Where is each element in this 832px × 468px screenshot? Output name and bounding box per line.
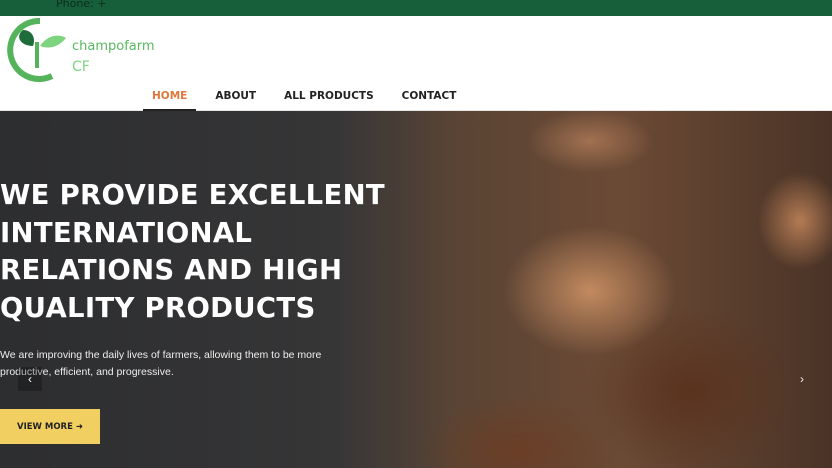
nav-contact[interactable]: CONTACT: [393, 88, 466, 109]
top-bar: Phone: +: [0, 0, 832, 16]
brand-abbr: CF: [72, 59, 90, 75]
topbar-phone: Phone: +: [56, 0, 107, 10]
nav-all-products[interactable]: ALL PRODUCTS: [275, 88, 383, 109]
brand-name: champofarm: [72, 39, 155, 54]
brand-logo[interactable]: champofarm CF: [0, 16, 180, 82]
site-header: champofarm CF HOME ABOUT ALL PRODUCTS CO…: [0, 16, 832, 111]
hero-subtitle: We are improving the daily lives of farm…: [0, 349, 322, 378]
arrow-right-icon: ➜: [75, 421, 83, 432]
leaf-logo-icon: [7, 17, 66, 82]
nav-about[interactable]: ABOUT: [206, 88, 265, 109]
chevron-right-icon[interactable]: ›: [790, 367, 814, 391]
view-more-label: VIEW MORE: [16, 421, 73, 432]
nav-home[interactable]: HOME: [143, 88, 197, 111]
hero-slider: WE PROVIDE EXCELLENT INTERNATIONAL RELAT…: [0, 111, 832, 468]
hero-title: WE PROVIDE EXCELLENT INTERNATIONAL RELAT…: [0, 179, 385, 324]
chevron-left-icon[interactable]: ‹: [18, 367, 42, 391]
view-more-button[interactable]: VIEW MORE ➜: [0, 409, 100, 444]
main-nav: HOME ABOUT ALL PRODUCTS CONTACT: [143, 88, 475, 111]
